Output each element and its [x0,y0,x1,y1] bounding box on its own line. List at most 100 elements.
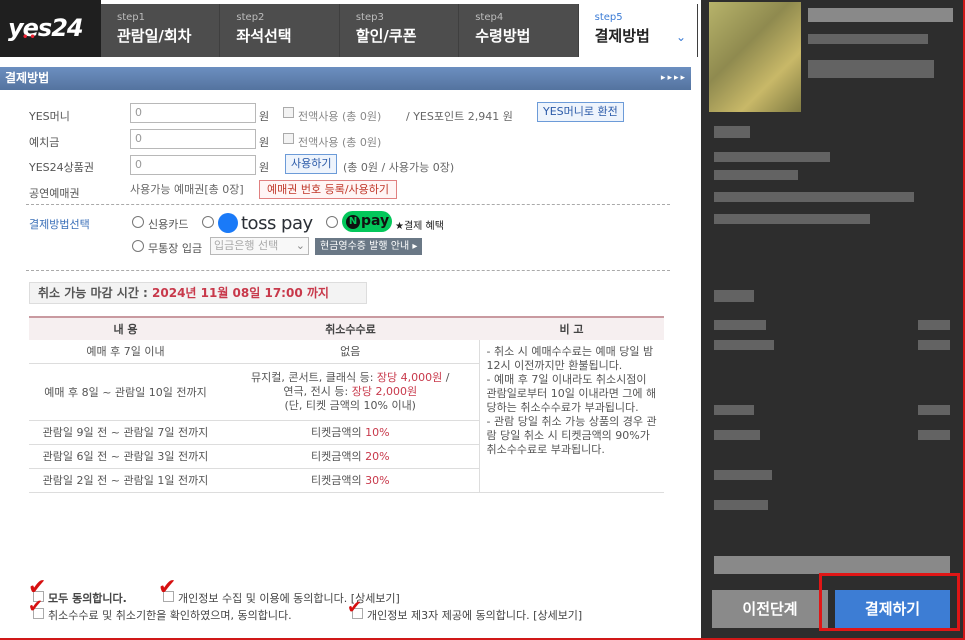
giftcard-input[interactable]: 0 [130,155,256,175]
step-num: step2 [236,12,265,23]
logo-text: yes24 [8,14,84,42]
tosspay-radio[interactable] [202,216,214,228]
yes-money-input[interactable]: 0 [130,103,256,123]
blurred-title [808,8,953,22]
prev-step-button[interactable]: 이전단계 [712,590,828,628]
step-1[interactable]: step1 관람일/회차 [101,4,221,57]
step-4[interactable]: step4 수령방법 [459,4,579,57]
blurred-text [714,290,754,302]
yes-money-label: YES머니 [29,110,70,123]
step-num: step1 [117,12,145,23]
fee-line: 연극, 전시 등: 장당 2,000원 [225,385,476,399]
deadline-prefix: 취소 가능 마감 시간 : [38,286,153,300]
note-line: - 예매 후 7일 이내라도 취소시점이 관람일로부터 10일 이내라면 그에 … [486,373,657,414]
agree-privacy-label: 개인정보 수집 및 이용에 동의합니다. [상세보기] [178,592,400,605]
red-check-mark-icon: ✔ [28,596,44,617]
section-title: 결제방법 [5,71,50,85]
bank-transfer-radio[interactable] [132,240,144,252]
blurred-text [714,500,768,510]
blurred-text [714,170,798,180]
naver-n-icon: N [346,215,360,229]
note-line: - 관람 당일 취소 가능 상품의 경우 관람 당일 취소 시 티켓금액의 90… [486,415,657,456]
credit-card-radio[interactable] [132,216,144,228]
step-2[interactable]: step2 좌석선택 [220,4,340,57]
step-3[interactable]: step3 할인/쿠폰 [339,4,460,57]
fee-line: (단, 티켓 금액의 10% 이내) [284,398,416,412]
fee-text: 티켓금액의 [310,450,366,463]
blurred-text [918,340,950,350]
won-unit: 원 [259,136,270,149]
deposit-label: 예치금 [29,136,60,149]
tosspay-logo[interactable]: toss pay [218,212,313,234]
logo-dots: •• [22,32,37,43]
step-label: 좌석선택 [236,27,292,45]
npay-radio[interactable] [326,216,338,228]
fee-percent: 20% [365,450,390,463]
step-num: step3 [355,12,384,23]
cell-content: 관람일 2일 전 ~ 관람일 1일 전까지 [29,468,222,493]
convert-yes-money-button[interactable]: YES머니로 환전 [537,102,624,122]
bank-transfer-label: 무통장 입금 [148,242,203,255]
cell-fee: 없음 [222,340,479,364]
deposit-use-all-checkbox[interactable] [283,133,294,144]
yes-points-text: / YES포인트 2,941 원 [406,110,513,123]
blurred-text [714,126,750,138]
step-label: 관람일/회차 [117,27,192,45]
red-check-mark-icon: ✔ [158,575,177,600]
col-header-fee: 취소수수료 [222,316,479,340]
cancel-fee-table: 내 용 취소수수료 비 고 예매 후 7일 이내 없음 - 취소 시 예매수수료… [29,316,664,493]
fee-text: 티켓금액의 [310,426,366,439]
blurred-text [918,405,950,415]
credit-card-label: 신용카드 [148,218,189,231]
section-title-bar: 결제방법 ▸▸▸▸ [0,67,691,90]
col-header-note: 비 고 [479,316,664,340]
fee-text: 뮤지컬, 콘서트, 클래식 등: [251,370,377,384]
agree-all-label: 모두 동의합니다. [48,592,127,605]
cash-receipt-button[interactable]: 현금영수증 발행 안내 ▸ [315,238,423,255]
chevron-down-icon[interactable]: ⌄ [676,30,686,44]
agree-third-party-label: 개인정보 제3자 제공에 동의합니다. [상세보기] [367,609,583,622]
npay-text: pay [361,213,390,229]
blurred-text [714,192,914,202]
ticket-voucher-text: 사용가능 예매권[총 0장] [130,183,244,196]
app-window: •• yes24 step1 관람일/회차 step2 좌석선택 step3 할… [0,0,965,640]
cell-content: 예매 후 8일 ~ 관람일 10일 전까지 [29,363,222,421]
blurred-text [918,430,950,440]
tosspay-text: toss pay [241,212,313,234]
note-line: - 취소 시 예매수수료는 예매 당일 밤 12시 이전까지만 환불됩니다. [486,345,654,372]
cell-fee: 티켓금액의 20% [222,444,479,469]
register-voucher-button[interactable]: 예매권 번호 등록/사용하기 [259,180,398,199]
cell-content: 예매 후 7일 이내 [29,340,222,364]
col-header-content: 내 용 [29,316,222,340]
blurred-text [714,430,760,440]
fee-amount: 장당 2,000원 [351,384,418,398]
blurred-text [808,34,928,44]
table-row: 예매 후 7일 이내 없음 - 취소 시 예매수수료는 예매 당일 밤 12시 … [29,340,664,493]
red-check-mark-icon: ✔ [347,597,363,618]
blurred-text [714,470,772,480]
yes24-logo[interactable]: •• yes24 [0,0,101,57]
cancel-deadline: 취소 가능 마감 시간 : 2024년 11월 08일 17:00 까지 [29,282,367,304]
cell-note: - 취소 시 예매수수료는 예매 당일 밤 12시 이전까지만 환불됩니다. -… [478,340,664,493]
yes-money-use-all-checkbox[interactable] [283,107,294,118]
bank-select[interactable]: 입금은행 선택 ⌄ [210,237,309,255]
header: •• yes24 step1 관람일/회차 step2 좌석선택 step3 할… [0,0,700,57]
deposit-input[interactable]: 0 [130,129,256,149]
deposit-use-all-label: 전액사용 (총 0원) [298,136,382,149]
fee-text: / [442,370,450,384]
blurred-text [714,214,870,224]
blurred-text [714,340,774,350]
blurred-total [714,556,950,574]
giftcard-use-button[interactable]: 사용하기 [285,154,338,174]
divider [26,204,670,205]
blurred-text [808,60,934,78]
deadline-value: 2024년 11월 08일 17:00 까지 [152,286,329,300]
npay-benefit: ★결제 혜택 [395,221,444,232]
arrows-icon: ▸▸▸▸ [660,73,687,83]
fee-text: 티켓금액의 [310,474,366,487]
npay-logo[interactable]: Npay [342,211,392,232]
cell-fee: 티켓금액의 10% [222,420,479,445]
fee-amount: 장당 4,000원 [376,370,443,384]
bank-select-value: 입금은행 선택 [214,239,279,252]
poster-thumbnail [709,2,801,112]
